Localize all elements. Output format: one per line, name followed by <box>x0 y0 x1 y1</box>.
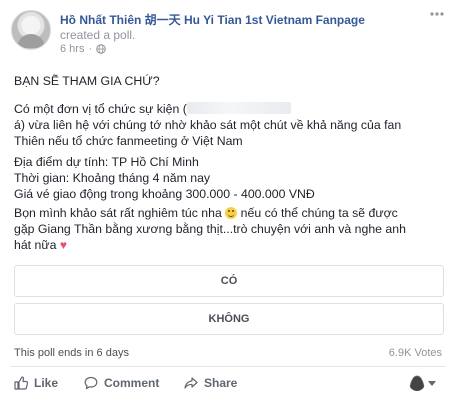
share-icon <box>184 377 198 389</box>
ticket-price: Giá vé giao động trong khoảng 300.000 - … <box>14 187 315 201</box>
para4-line3: hát nữa <box>14 238 57 252</box>
event-time: Thời gian: Khoảng tháng 4 năm nay <box>14 171 211 185</box>
like-icon <box>14 376 28 390</box>
poll-option-yes[interactable]: CÓ <box>14 265 444 297</box>
post-timestamp[interactable]: 6 hrs <box>60 43 84 55</box>
event-location: Địa điểm dự tính: TP Hồ Chí Minh <box>14 155 199 169</box>
post-paragraph-2: Địa điểm dự tính: TP Hồ Chí Minh Thời gi… <box>14 154 444 202</box>
share-label: Share <box>204 376 238 390</box>
post-paragraph-3: Bọn mình khảo sát rất nghiêm túc nha nếu… <box>14 205 444 253</box>
comment-button[interactable]: Comment <box>84 373 159 393</box>
post-as-selector[interactable] <box>409 373 436 393</box>
like-button[interactable]: Like <box>14 373 58 393</box>
blurred-text <box>186 102 291 114</box>
globe-icon <box>96 44 106 54</box>
para1-line1: Có một đơn vị tổ chức sự kiện ( <box>14 102 187 116</box>
action-divider <box>10 366 446 367</box>
poll-vote-count[interactable]: 6.9K Votes <box>389 347 442 359</box>
page-name-link[interactable]: Hồ Nhất Thiên 胡一天 Hu Yi Tian 1st Vietnam… <box>60 11 365 28</box>
heart-emoji-icon: ♥ <box>59 238 67 252</box>
caret-down-icon <box>428 380 436 386</box>
poll-end-notice: This poll ends in 6 days <box>14 347 129 359</box>
poll-post-card: Hồ Nhất Thiên 胡一天 Hu Yi Tian 1st Vietnam… <box>0 0 451 399</box>
more-options-icon[interactable] <box>428 6 446 22</box>
para1-line2: á) vừa liên hệ với chúng tớ nhờ khảo sát… <box>14 118 402 132</box>
para1-line3: Thiên nếu tổ chức fanmeeting ở Việt Nam <box>14 134 243 148</box>
like-label: Like <box>34 376 59 390</box>
para4-part-b: nếu có thể chúng ta sẽ được <box>240 206 398 220</box>
smile-emoji-icon <box>225 207 238 219</box>
post-action-text: created a poll. <box>60 28 136 42</box>
meta-separator: · <box>88 43 93 55</box>
post-paragraph-1: Có một đơn vị tổ chức sự kiện ( á) vừa l… <box>14 101 444 149</box>
post-heading: BẠN SẼ THAM GIA CHỨ? <box>14 74 160 88</box>
comment-label: Comment <box>104 376 160 390</box>
post-meta: 6 hrs · <box>60 43 106 55</box>
para4-line2: gặp Giang Thần bằng xương bằng thịt...tr… <box>14 222 406 236</box>
share-button[interactable]: Share <box>184 373 237 393</box>
para4-part-a: Bọn mình khảo sát rất nghiêm túc nha <box>14 206 222 220</box>
viewer-avatar <box>409 375 425 391</box>
page-avatar[interactable] <box>11 10 51 50</box>
comment-icon <box>84 376 98 390</box>
poll-option-no[interactable]: KHÔNG <box>14 303 444 335</box>
